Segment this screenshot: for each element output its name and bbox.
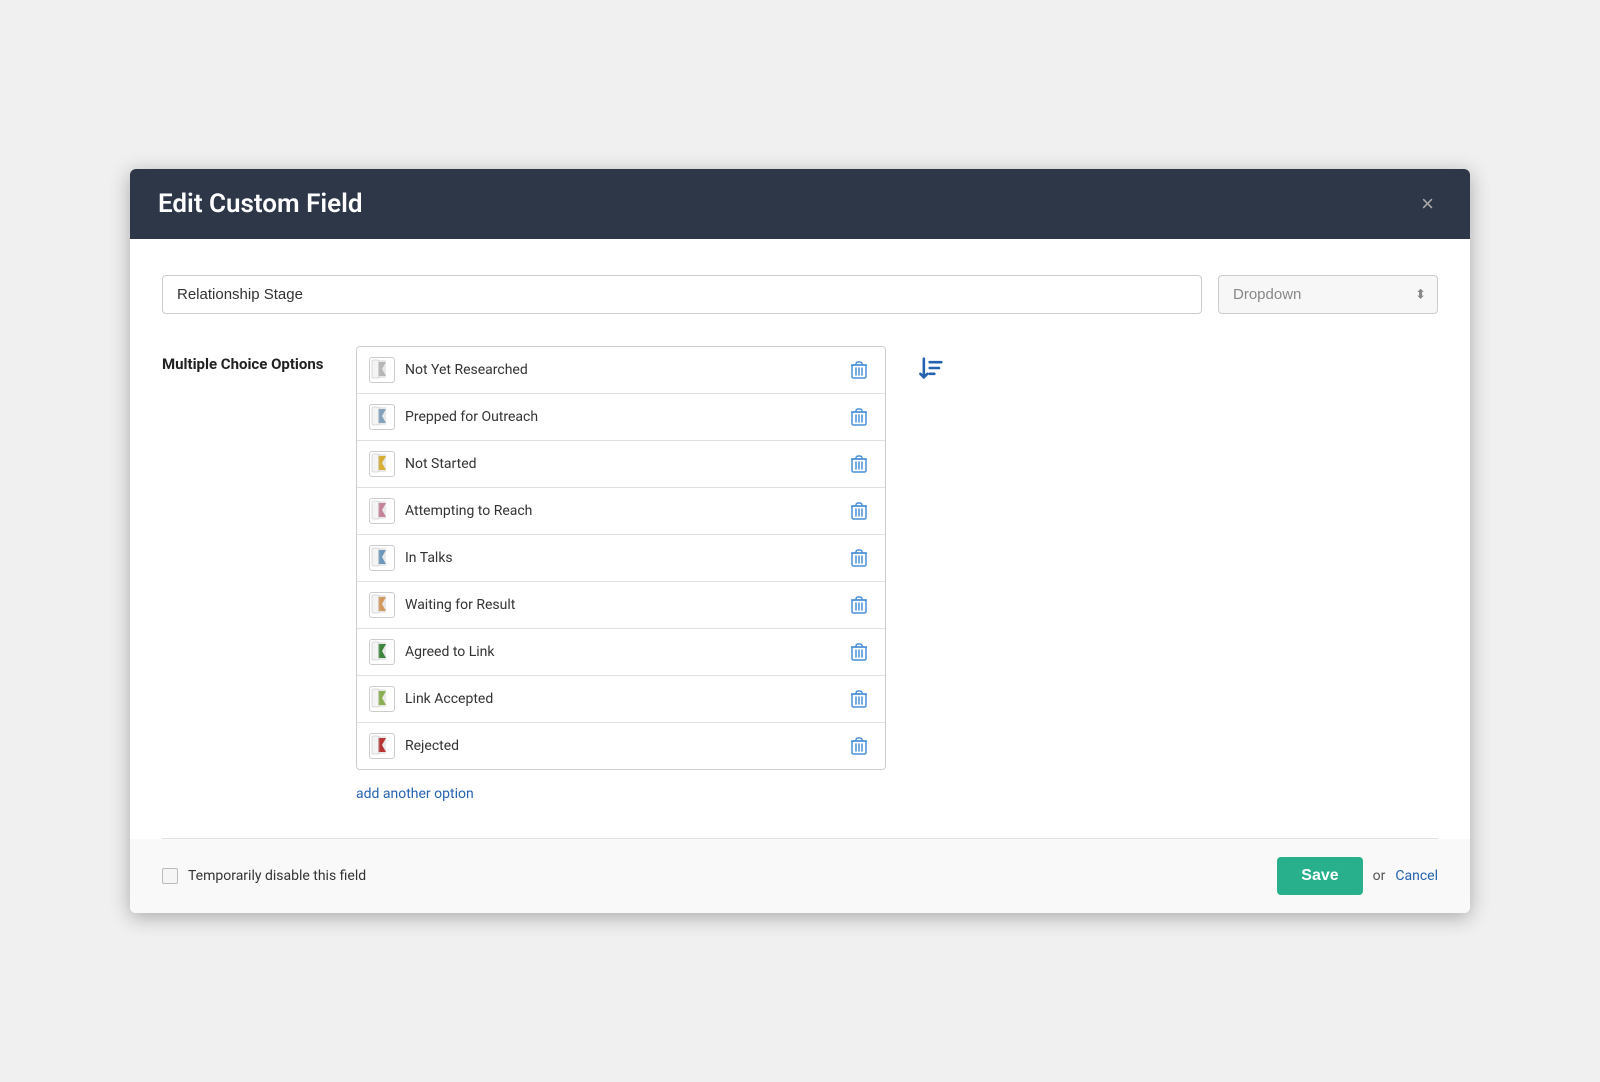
field-type-wrapper: Dropdown Text Number Date [1218,275,1438,314]
options-list: Not Yet Researched Prepped for Outreach … [356,346,886,770]
option-label: Waiting for Result [405,597,835,613]
option-icon [369,733,395,759]
option-label: Agreed to Link [405,644,835,660]
option-icon [369,357,395,383]
delete-option-button[interactable] [845,594,873,616]
trash-icon [851,690,867,708]
option-label: In Talks [405,550,835,566]
save-button[interactable]: Save [1277,857,1362,895]
list-item: Waiting for Result [357,582,885,629]
list-item: Link Accepted [357,676,885,723]
trash-icon [851,596,867,614]
delete-option-button[interactable] [845,453,873,475]
list-item: Not Started [357,441,885,488]
delete-option-button[interactable] [845,500,873,522]
options-label: Multiple Choice Options [162,346,332,375]
option-icon [369,592,395,618]
option-label: Attempting to Reach [405,503,835,519]
sort-az-icon [918,354,946,382]
sort-az-button[interactable] [910,348,954,388]
trash-icon [851,361,867,379]
trash-icon [851,737,867,755]
option-label: Prepped for Outreach [405,409,835,425]
option-icon [369,404,395,430]
option-icon [369,545,395,571]
delete-option-button[interactable] [845,359,873,381]
disable-field-text: Temporarily disable this field [188,868,366,884]
edit-custom-field-modal: Edit Custom Field × Dropdown Text Number… [130,169,1470,913]
modal-footer: Temporarily disable this field Save or C… [130,839,1470,913]
modal-body: Dropdown Text Number Date Multiple Choic… [130,239,1470,839]
option-icon [369,498,395,524]
delete-option-button[interactable] [845,406,873,428]
option-icon [369,451,395,477]
delete-option-button[interactable] [845,547,873,569]
option-icon [369,686,395,712]
field-type-select[interactable]: Dropdown Text Number Date [1218,275,1438,314]
or-text: or [1373,868,1386,884]
footer-actions: Save or Cancel [1277,857,1438,895]
delete-option-button[interactable] [845,735,873,757]
trash-icon [851,643,867,661]
delete-option-button[interactable] [845,641,873,663]
option-label: Not Started [405,456,835,472]
disable-field-checkbox[interactable] [162,868,178,884]
close-button[interactable]: × [1413,189,1442,219]
list-item: Not Yet Researched [357,347,885,394]
options-section: Multiple Choice Options Not Yet Research… [162,346,1438,806]
option-icon [369,639,395,665]
list-item: Attempting to Reach [357,488,885,535]
list-item: Agreed to Link [357,629,885,676]
trash-icon [851,502,867,520]
list-item: Rejected [357,723,885,769]
option-label: Rejected [405,738,835,754]
modal-title: Edit Custom Field [158,189,363,219]
trash-icon [851,549,867,567]
add-option-link[interactable]: add another option [356,782,474,806]
options-list-wrapper: Not Yet Researched Prepped for Outreach … [356,346,886,806]
field-name-input[interactable] [162,275,1202,314]
trash-icon [851,408,867,426]
trash-icon [851,455,867,473]
field-row: Dropdown Text Number Date [162,275,1438,314]
list-item: In Talks [357,535,885,582]
list-item: Prepped for Outreach [357,394,885,441]
modal-header: Edit Custom Field × [130,169,1470,239]
option-label: Not Yet Researched [405,362,835,378]
option-label: Link Accepted [405,691,835,707]
disable-field-label: Temporarily disable this field [162,868,366,884]
delete-option-button[interactable] [845,688,873,710]
cancel-link[interactable]: Cancel [1395,868,1438,884]
